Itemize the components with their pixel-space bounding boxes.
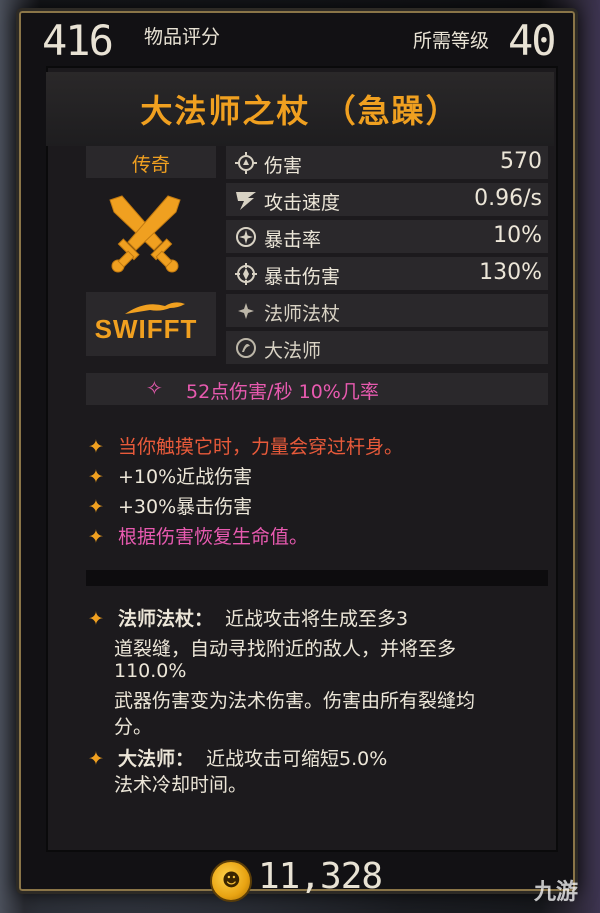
passive-name: 大法师：	[117, 748, 194, 770]
star-bullet-icon: ✦	[88, 466, 104, 488]
damage-icon	[235, 152, 257, 174]
affix-text: 当你触摸它时，力量会穿过杆身。	[117, 436, 403, 458]
item-price: 11,328	[258, 856, 383, 897]
passive-line: ✦ 法师法杖： 近战攻击将生成至多3	[88, 604, 408, 631]
stat-label: 暴击伤害	[264, 266, 341, 288]
stat-value: 10%	[493, 223, 542, 248]
stat-row-attack-speed: 攻击速度 0.96/s	[226, 183, 548, 216]
stat-value: 0.96/s	[474, 186, 542, 211]
stat-label: 伤害	[264, 155, 303, 177]
stat-row-class: 大法师	[226, 331, 548, 364]
stat-row-crit-rate: 暴击率 10%	[226, 220, 548, 253]
affix-line: ✦ +10%近战伤害	[88, 462, 252, 489]
item-score-label: 物品评分	[144, 26, 221, 48]
item-title: 大法师之杖 （急躁）	[140, 92, 460, 130]
stat-label: 暴击率	[264, 229, 322, 251]
coin-symbol: ☻	[222, 870, 241, 891]
affix-text: 根据伤害恢复生命值。	[117, 526, 308, 548]
star-bullet-icon: ✦	[88, 526, 104, 548]
passive-text: 分。	[114, 716, 153, 738]
stat-row-crit-damage: 暴击伤害 130%	[226, 257, 548, 290]
star-bullet-icon: ✦	[88, 608, 104, 630]
item-score-value: 416	[42, 16, 114, 65]
watermark: 九游	[533, 880, 578, 905]
required-level-label: 所需等级	[413, 30, 490, 52]
passive-text: 武器伤害变为法术伤害。伤害由所有裂缝均	[114, 690, 476, 712]
affix-line: ✦ +30%暴击伤害	[88, 492, 252, 519]
crossed-swords-icon	[109, 195, 181, 273]
rarity-label: 传奇	[131, 154, 170, 176]
passive-text: 近战攻击将生成至多3	[225, 608, 409, 630]
passive-line: ✦ 大法师： 近战攻击可缩短5.0%	[88, 744, 387, 771]
section-divider	[86, 570, 548, 586]
passive-text: 道裂缝，自动寻找附近的敌人，并将至多	[114, 638, 457, 660]
stat-value: 130%	[479, 260, 542, 285]
affix-line: ✦ 根据伤害恢复生命值。	[88, 522, 308, 549]
affix-line: ✦ 当你触摸它时，力量会穿过杆身。	[88, 432, 403, 459]
passive-text: 110.0%	[114, 660, 187, 682]
dps-text: 52点伤害/秒 10%几率	[186, 381, 379, 403]
stat-value: 570	[500, 149, 542, 174]
stat-label: 攻击速度	[264, 192, 341, 214]
sparkle-icon	[238, 303, 254, 319]
archmage-class-icon	[236, 338, 256, 358]
crit-rate-icon	[236, 227, 256, 247]
brand-logo: SWIFFT	[94, 314, 198, 344]
tooltip-header: 416 物品评分 所需等级 40	[30, 16, 570, 65]
stat-label: 大法师	[264, 340, 322, 362]
crit-damage-icon	[235, 263, 257, 285]
stat-label: 法师法杖	[264, 303, 341, 325]
stat-row-damage: 伤害 570	[226, 146, 548, 179]
passive-text: 近战攻击可缩短5.0%	[206, 748, 388, 770]
passive-name: 法师法杖：	[117, 608, 213, 630]
stat-row-weapon-type: 法师法杖	[226, 294, 548, 327]
star-bullet-icon: ✦	[88, 436, 104, 458]
passive-text: 法术冷却时间。	[114, 774, 248, 796]
attack-speed-icon	[236, 192, 256, 210]
affix-text: +30%暴击伤害	[117, 496, 253, 518]
star-bullet-icon: ✦	[88, 496, 104, 518]
required-level-value: 40	[508, 16, 557, 65]
affix-text: +10%近战伤害	[117, 466, 253, 488]
star-bullet-icon: ✦	[88, 748, 104, 770]
dps-effect-icon: ✧	[146, 376, 163, 400]
